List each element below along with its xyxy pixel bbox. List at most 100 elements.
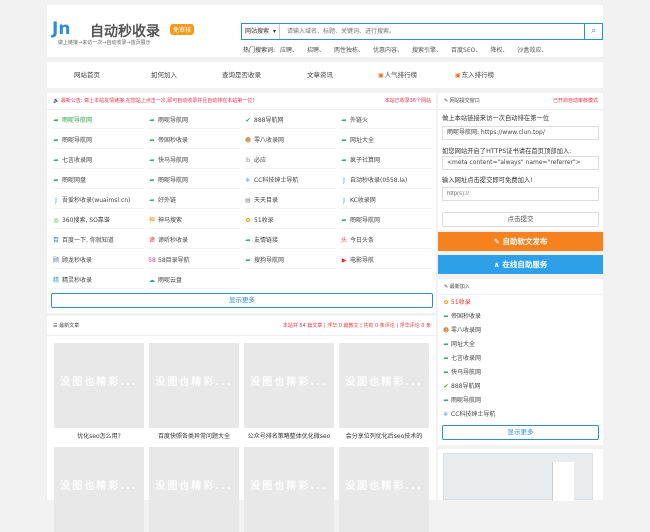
site-link[interactable]: ☻ 零八收录网 bbox=[244, 132, 336, 149]
hot-search-word[interactable]: 招聘、 bbox=[307, 47, 325, 54]
site-link[interactable]: ➦ 外链火 bbox=[340, 112, 432, 129]
site-link[interactable]: ➦ 雨呢导航网 bbox=[52, 132, 144, 149]
submit-header: ✎ 网站提交窗口 已开启自动审核模式 bbox=[438, 93, 603, 110]
hot-search-word[interactable]: 降权、 bbox=[490, 47, 508, 54]
ad-image[interactable] bbox=[443, 453, 593, 501]
referrer-meta-field[interactable]: <meta content="always" name="referrer"> bbox=[442, 156, 599, 170]
site-link[interactable]: 顾顾龙秒收录 bbox=[52, 252, 144, 269]
site-link[interactable]: J KC收录网 bbox=[340, 192, 432, 209]
site-link[interactable]: ✔ 888导航网 bbox=[244, 112, 336, 129]
article-title[interactable]: 会分享位列优化后seo技术的 bbox=[338, 431, 430, 440]
site-link[interactable]: 神神马搜索 bbox=[148, 212, 240, 229]
site-link[interactable]: ➦ 雨呢导航网 bbox=[148, 112, 240, 129]
hot-search-word[interactable]: 应聘、 bbox=[280, 47, 298, 54]
site-link[interactable]: ➦ 网址大全 bbox=[340, 132, 432, 149]
new-site-link[interactable]: ☻ 零八收录网 bbox=[442, 324, 481, 338]
site-link[interactable]: J 自动秒收录(0558.la) bbox=[340, 172, 432, 189]
article-thumbnail[interactable]: 没图也精彩... bbox=[244, 343, 334, 428]
hot-search-word[interactable]: 优惠内容、 bbox=[373, 47, 403, 54]
site-link[interactable]: 谛谛听秒收录 bbox=[148, 232, 240, 249]
article-title[interactable]: 公众号排名策略整体优化微seo bbox=[243, 431, 335, 440]
site-link[interactable]: ➦ 搜狗导航网 bbox=[244, 252, 336, 269]
site-link[interactable]: 精精灵秒收录 bbox=[52, 272, 144, 289]
site-link[interactable]: ➦ 好外链 bbox=[148, 192, 240, 209]
new-sites-more-button[interactable]: 显示更多 bbox=[442, 425, 599, 440]
site-link[interactable]: ❄ CC科技绅士导航 bbox=[244, 172, 336, 189]
article-thumbnail[interactable]: 没图也精彩... bbox=[149, 447, 239, 532]
site-link[interactable]: ➦ 雨呢网盘 bbox=[52, 172, 144, 189]
nav-item[interactable]: 查询是否收录 bbox=[222, 62, 261, 88]
nav-item[interactable]: 文章资讯 bbox=[307, 62, 333, 88]
hot-search-word[interactable]: 两性独栋、 bbox=[334, 47, 364, 54]
article-thumbnail[interactable]: 没图也精彩... bbox=[54, 447, 144, 532]
article-thumbnail[interactable]: 没图也精彩... bbox=[244, 447, 334, 532]
url-input[interactable] bbox=[442, 187, 599, 201]
site-link[interactable]: ▶ 电影导航 bbox=[340, 252, 432, 269]
elf-icon: 精 bbox=[52, 277, 59, 284]
site-link[interactable]: ➦ 雨呢导航网 bbox=[340, 212, 432, 229]
auto-review-link[interactable]: 已开启自动审核模式 bbox=[553, 93, 598, 110]
site-name: 雨呢导航网 bbox=[62, 137, 93, 144]
nav-item-label: 人气排行榜 bbox=[384, 71, 418, 79]
article-title[interactable]: 百度快照各类异常问题大全 bbox=[148, 431, 240, 440]
hot-search-word[interactable]: 百度SEO、 bbox=[451, 47, 481, 54]
search-type-select[interactable]: 网站搜索 bbox=[242, 24, 280, 39]
new-site-link[interactable]: ❄ CC科技绅士导航 bbox=[442, 408, 495, 422]
new-site-link[interactable]: ➦ 快马导航网 bbox=[442, 366, 481, 380]
new-site-link[interactable]: ➦ 帝国秒收录 bbox=[442, 310, 481, 324]
article-thumbnail[interactable]: 没图也精彩... bbox=[339, 447, 429, 532]
publish-article-button[interactable]: ✎ 自助软文发布 bbox=[438, 232, 603, 251]
new-site-link[interactable]: ✿ 51收录 bbox=[442, 296, 471, 310]
thumbnail-watermark: 没图也精彩... bbox=[60, 377, 138, 388]
nav-item-label: 文章资讯 bbox=[307, 71, 333, 79]
new-site-link[interactable]: ➦ 网址大全 bbox=[442, 338, 475, 352]
site-name: 必应 bbox=[254, 157, 267, 164]
site-link[interactable]: ◎ 360搜索, SO靠谱 bbox=[52, 212, 144, 229]
diting-icon: 谛 bbox=[148, 237, 155, 244]
site-link[interactable]: ➦ 七言收录网 bbox=[52, 152, 144, 169]
submit-button[interactable]: 点击提交 bbox=[442, 212, 599, 227]
site-link[interactable]: ➦ 帝国秒收录 bbox=[148, 132, 240, 149]
new-site-link[interactable]: ➦ 雨呢导航网 bbox=[442, 394, 481, 408]
new-site-link[interactable]: ➦ 七言收录网 bbox=[442, 352, 481, 366]
arrow-icon: ➦ bbox=[245, 257, 251, 264]
article-thumbnail[interactable]: 没图也精彩... bbox=[149, 343, 239, 428]
thumbnail-watermark: 没图也精彩... bbox=[60, 481, 138, 492]
sites-more-button[interactable]: 显示更多 bbox=[51, 293, 433, 308]
site-link[interactable]: ☁ 雨呢云盘 bbox=[148, 272, 240, 289]
site-link[interactable]: 头今日头条 bbox=[340, 232, 432, 249]
article-title[interactable]: 优化seo怎么用? bbox=[53, 431, 145, 440]
nav-item[interactable]: 网站首页 bbox=[74, 62, 100, 88]
nav-item[interactable]: ▣东入排行榜 bbox=[455, 62, 494, 88]
logo-badge: 免审核 bbox=[170, 24, 195, 35]
online-service-button[interactable]: ∧ 在线自助服务 bbox=[438, 255, 603, 274]
new-site-name: 51收录 bbox=[451, 299, 471, 306]
hot-search-word[interactable]: 沙盒效应、 bbox=[517, 47, 547, 54]
site-link[interactable]: ➦ 友情链接 bbox=[244, 232, 336, 249]
site-link[interactable]: b 必应 bbox=[244, 152, 336, 169]
toutiao-icon: 头 bbox=[340, 237, 347, 244]
site-url-field[interactable]: 雨呢导航网: https://www.clun.top/ bbox=[442, 126, 599, 140]
site-link[interactable]: ▤ 天天目录 bbox=[244, 192, 336, 209]
search-input[interactable] bbox=[284, 24, 579, 39]
article-thumbnail[interactable]: 没图也精彩... bbox=[339, 343, 429, 428]
site-link[interactable]: ✿ 51收录 bbox=[244, 212, 336, 229]
site-link[interactable]: ➦ 疯子社算网 bbox=[340, 152, 432, 169]
search-button[interactable]: ⌕ bbox=[584, 24, 602, 39]
logo-slogan: 做上链接→来访一次→自动收录→首页展示 bbox=[58, 40, 151, 46]
site-name: 百度一下, 你就知道 bbox=[62, 237, 114, 244]
arrow-icon: ➦ bbox=[149, 137, 155, 144]
nav-item[interactable]: 如何加入 bbox=[151, 62, 177, 88]
article-thumbnail[interactable]: 没图也精彩... bbox=[54, 343, 144, 428]
site-link[interactable]: J 吾爱秒收录(wuaimsl.cn) bbox=[52, 192, 144, 209]
site-link[interactable]: 58 58目录导航 bbox=[148, 252, 240, 269]
nav-item[interactable]: ▣人气排行榜 bbox=[378, 62, 417, 88]
site-link[interactable]: ➦ 雨呢导航网 bbox=[52, 112, 144, 129]
new-site-link[interactable]: ✔ 888导航网 bbox=[442, 380, 480, 394]
site-logo[interactable]: Jn 自动秒收录 免审核 做上链接→来访一次→自动收录→首页展示 bbox=[52, 19, 202, 51]
site-link[interactable]: 百百度一下, 你就知道 bbox=[52, 232, 144, 249]
shenma-icon: 神 bbox=[148, 217, 155, 224]
site-link[interactable]: ➦ 快马导航网 bbox=[148, 152, 240, 169]
site-link[interactable]: ➦ 雨呢导航网 bbox=[148, 172, 240, 189]
hot-search-word[interactable]: 搜索引擎、 bbox=[412, 47, 442, 54]
